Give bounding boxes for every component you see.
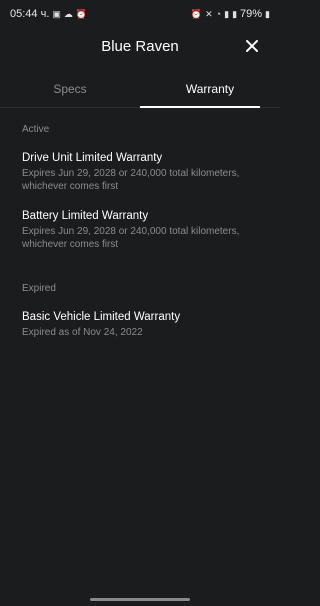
warranty-item-basic-vehicle: Basic Vehicle Limited Warranty Expired a… <box>22 311 262 339</box>
battery-icon: ▮ <box>265 8 270 19</box>
gallery-notification-icon: ▣ <box>52 8 61 19</box>
close-icon <box>246 40 258 52</box>
wifi-icon: ◔ <box>215 8 222 19</box>
section-label-expired: Expired <box>22 283 56 294</box>
tab-warranty[interactable]: Warranty <box>140 70 280 108</box>
warranty-name: Drive Unit Limited Warranty <box>22 152 163 164</box>
alarm-icon: ⏰ <box>190 8 203 19</box>
warranty-desc: Expires Jun 29, 2028 or 240,000 total ki… <box>22 226 240 250</box>
home-indicator[interactable] <box>90 598 190 601</box>
tab-specs[interactable]: Specs <box>0 70 140 107</box>
battery-percent: 79% <box>240 8 263 20</box>
section-label-active: Active <box>22 124 50 135</box>
page-title: Blue Raven <box>101 37 179 55</box>
signal-icon-2: ▮ <box>232 8 238 19</box>
tab-warranty-label: Warranty <box>185 81 235 96</box>
mute-icon: ✕ <box>205 8 213 19</box>
tab-specs-label: Specs <box>53 81 87 96</box>
warranty-name: Battery Limited Warranty <box>22 210 149 222</box>
status-bar: 05:44 ч. ▣ ☁ ⏰ ⏰ ✕ ◔ ▮ ▮ 79% ▮ <box>0 0 280 28</box>
signal-icon: ▮ <box>224 8 230 19</box>
weather-notification-icon: ☁ <box>63 8 73 19</box>
warranty-desc: Expires Jun 29, 2028 or 240,000 total ki… <box>22 168 240 192</box>
status-time: 05:44 ч. <box>10 8 50 20</box>
warranty-item-drive-unit: Drive Unit Limited Warranty Expires Jun … <box>22 152 262 193</box>
alarm-notification-icon: ⏰ <box>75 8 88 19</box>
warranty-desc: Expired as of Nov 24, 2022 <box>22 327 143 338</box>
warranty-item-battery: Battery Limited Warranty Expires Jun 29,… <box>22 210 262 251</box>
page-header: Blue Raven <box>0 28 280 64</box>
close-button[interactable] <box>240 34 264 58</box>
tab-bar: Specs Warranty <box>0 70 280 108</box>
warranty-name: Basic Vehicle Limited Warranty <box>22 311 181 323</box>
